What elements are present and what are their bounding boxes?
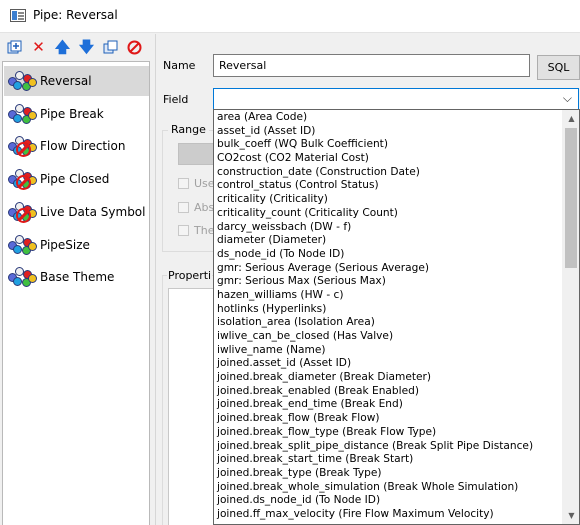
name-input[interactable]: Reversal <box>213 54 530 77</box>
theme-item[interactable]: Reversal <box>4 66 149 96</box>
field-option[interactable]: control_status (Control Status) <box>215 179 563 193</box>
field-option[interactable]: joined.break_flow (Break Flow) <box>215 412 563 426</box>
the-checkbox-label: The <box>194 224 215 237</box>
disable-icon[interactable] <box>125 38 144 57</box>
scroll-down-icon[interactable]: ▼ <box>563 507 579 524</box>
theme-item-label: Base Theme <box>40 270 115 285</box>
properties-label: Properti <box>167 269 213 282</box>
field-option[interactable]: ds_node_id (To Node ID) <box>215 248 563 262</box>
field-label: Field <box>163 93 189 106</box>
range-button[interactable] <box>178 143 218 165</box>
field-option[interactable]: CO2cost (CO2 Material Cost) <box>215 152 563 166</box>
theme-item-label: Flow Direction <box>40 139 126 154</box>
use-checkbox[interactable] <box>178 178 189 189</box>
theme-disabled-icon <box>7 134 37 158</box>
field-option[interactable]: hazen_williams (HW - c) <box>215 289 563 303</box>
the-checkbox[interactable] <box>178 225 189 236</box>
theme-item-label: Reversal <box>40 74 92 88</box>
theme-dots-icon <box>7 233 37 257</box>
theme-item[interactable]: Pipe Break <box>4 99 149 129</box>
theme-item-label: PipeSize <box>40 237 90 252</box>
theme-item[interactable]: Pipe Closed <box>4 164 149 194</box>
field-option[interactable]: joined.ds_node_id (To Node ID) <box>215 494 563 508</box>
field-option[interactable]: joined.ff_max_velocity (Fire Flow Maximu… <box>215 508 563 522</box>
field-option[interactable]: criticality (Criticality) <box>215 193 563 207</box>
field-combobox[interactable]: ⌵ <box>213 88 579 110</box>
field-option[interactable]: iwlive_can_be_closed (Has Valve) <box>215 330 563 344</box>
dropdown-scrollbar[interactable]: ▲ ▼ <box>562 110 579 524</box>
theme-disabled-icon <box>7 167 37 191</box>
field-option[interactable]: diameter (Diameter) <box>215 234 563 248</box>
delete-icon[interactable]: ✕ <box>29 38 48 57</box>
field-option[interactable]: joined.break_flow_type (Break Flow Type) <box>215 426 563 440</box>
field-option[interactable]: hotlinks (Hyperlinks) <box>215 303 563 317</box>
chevron-down-icon[interactable]: ⌵ <box>563 91 572 106</box>
field-option[interactable]: criticality_count (Criticality Count) <box>215 207 563 221</box>
field-option[interactable]: area (Area Code) <box>215 111 563 125</box>
scroll-up-icon[interactable]: ▲ <box>563 110 579 127</box>
theme-item-label: Live Data Symbol <box>40 204 146 219</box>
field-option[interactable]: joined.break_whole_simulation (Break Who… <box>215 481 563 495</box>
copy-icon[interactable] <box>101 38 120 57</box>
field-option[interactable]: joined.break_start_time (Break Start) <box>215 453 563 467</box>
field-option[interactable]: joined.break_type (Break Type) <box>215 467 563 481</box>
field-option[interactable]: joined.asset_id (Asset ID) <box>215 357 563 371</box>
field-option[interactable]: asset_id (Asset ID) <box>215 125 563 139</box>
title-bar: Pipe: Reversal <box>0 0 580 33</box>
toolbar: ✕ 🡅 🡇 <box>0 34 155 60</box>
field-option[interactable]: isolation_area (Isolation Area) <box>215 316 563 330</box>
theme-item-label: Pipe Closed <box>40 172 110 187</box>
field-option[interactable]: gmr: Serious Average (Serious Average) <box>215 262 563 276</box>
theme-dots-icon <box>7 265 37 289</box>
window-icon <box>10 9 26 22</box>
field-option[interactable]: joined.break_end_time (Break End) <box>215 398 563 412</box>
add-theme-icon[interactable] <box>5 38 24 57</box>
theme-dots-icon <box>7 69 37 93</box>
theme-item[interactable]: PipeSize <box>4 230 149 260</box>
field-options: area (Area Code) asset_id (Asset ID) bulk_… <box>215 111 563 522</box>
field-option[interactable]: joined.break_enabled (Break Enabled) <box>215 385 563 399</box>
field-option[interactable]: joined.break_diameter (Break Diameter) <box>215 371 563 385</box>
theme-disabled-icon <box>7 200 37 224</box>
field-option[interactable]: darcy_weissbach (DW - f) <box>215 221 563 235</box>
theme-dots-icon <box>7 102 37 126</box>
field-option[interactable]: construction_date (Construction Date) <box>215 166 563 180</box>
move-down-icon[interactable]: 🡇 <box>77 38 96 57</box>
abs-checkbox-label: Abs <box>194 201 215 214</box>
window-title: Pipe: Reversal <box>33 8 118 22</box>
field-option[interactable]: gmr: Serious Max (Serious Max) <box>215 275 563 289</box>
theme-list: Reversal Pipe Break Flow Direction Pipe Clo… <box>2 61 150 525</box>
panel-divider <box>155 34 156 525</box>
field-option[interactable]: bulk_coeff (WQ Bulk Coefficient) <box>215 138 563 152</box>
field-dropdown-list[interactable]: area (Area Code) asset_id (Asset ID) bulk_… <box>213 109 580 525</box>
scroll-thumb[interactable] <box>565 128 577 268</box>
theme-item[interactable]: Base Theme <box>4 262 149 292</box>
field-option[interactable]: iwlive_name (Name) <box>215 344 563 358</box>
abs-checkbox[interactable] <box>178 202 189 213</box>
properties-list[interactable] <box>168 288 218 525</box>
sql-button[interactable]: SQL <box>537 55 580 80</box>
name-label: Name <box>163 59 196 72</box>
use-checkbox-label: Use <box>194 177 215 190</box>
field-option[interactable]: joined.break_split_pipe_distance (Break … <box>215 440 563 454</box>
theme-item[interactable]: Live Data Symbol <box>4 197 149 227</box>
move-up-icon[interactable]: 🡅 <box>53 38 72 57</box>
theme-item[interactable]: Flow Direction <box>4 131 149 161</box>
range-label: Range <box>168 123 209 136</box>
theme-item-label: Pipe Break <box>40 106 104 121</box>
